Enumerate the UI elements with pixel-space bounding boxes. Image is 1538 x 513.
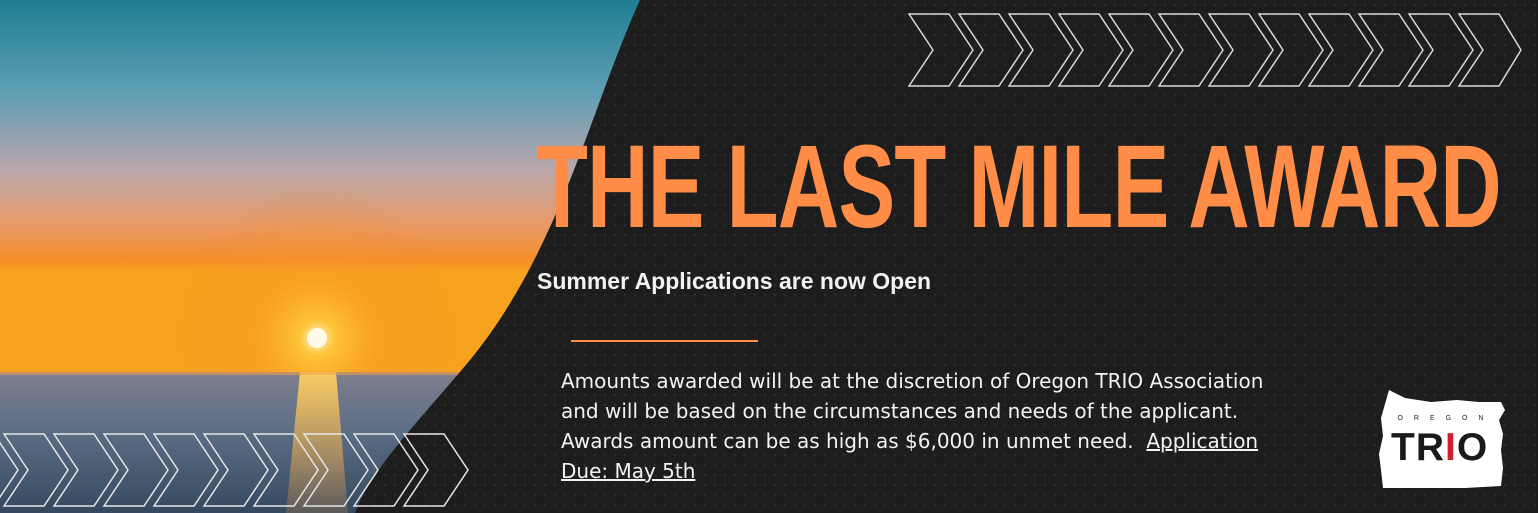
award-description: Amounts awarded will be at the discretio…: [561, 366, 1306, 486]
accent-divider: [571, 340, 758, 342]
logo-wordmark-accent: I: [1445, 426, 1457, 469]
logo-wordmark-part1: TR: [1391, 426, 1445, 469]
chevron-row-bottom-icon: [0, 433, 469, 507]
award-title: THE LAST MILE AWARD: [536, 121, 1502, 253]
chevron-row-top-icon: [907, 13, 1522, 87]
logo-wordmark-part2: O: [1456, 426, 1489, 469]
banner: THE LAST MILE AWARD Summer Applications …: [0, 0, 1538, 513]
applications-subtitle: Summer Applications are now Open: [537, 268, 932, 294]
logo-wordmark: TRIO: [1391, 426, 1488, 470]
logo-state-label: OREGON: [1397, 415, 1495, 422]
oregon-trio-logo: OREGON TRIO: [1375, 388, 1510, 490]
